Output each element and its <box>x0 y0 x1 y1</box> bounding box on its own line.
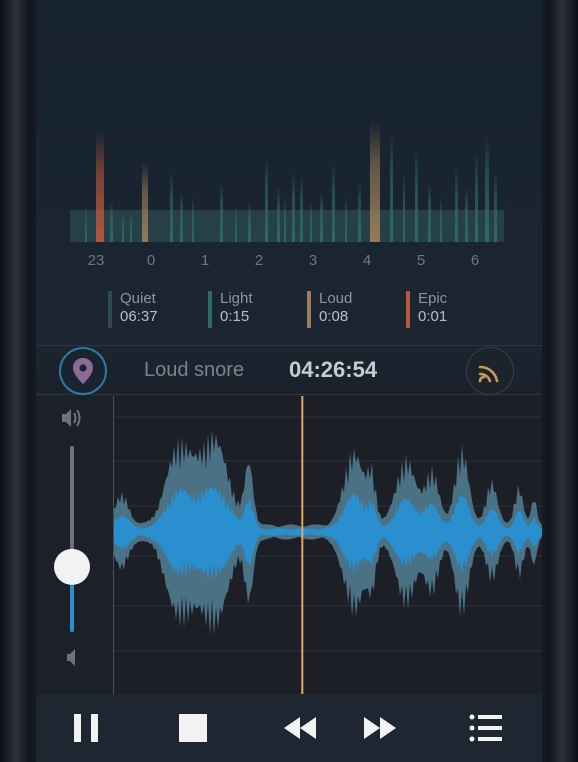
sleep-overview-chart[interactable] <box>70 60 504 245</box>
overview-svg <box>70 122 504 242</box>
overview-bar <box>310 202 312 242</box>
waveform-signal <box>114 486 542 581</box>
overview-bar <box>142 162 148 242</box>
rewind-button[interactable] <box>280 712 320 744</box>
pause-icon <box>74 714 98 742</box>
overview-bar <box>300 177 303 242</box>
overview-bar <box>390 132 393 242</box>
hour-tick-label: 0 <box>146 252 156 269</box>
speaker-loud-icon[interactable] <box>62 409 81 427</box>
overview-bar <box>235 207 237 242</box>
legend-label: Loud <box>319 290 353 307</box>
legend-quiet: Quiet 06:37 <box>108 290 158 328</box>
event-name: Loud snore <box>144 359 245 381</box>
event-time: 04:26:54 <box>289 357 378 382</box>
legend-value: 06:37 <box>120 308 158 325</box>
overview-bar <box>248 202 251 242</box>
legend-value: 0:01 <box>418 308 448 325</box>
hour-tick-label: 6 <box>470 252 480 269</box>
overview-bar <box>455 167 458 242</box>
stop-button[interactable] <box>173 712 213 744</box>
overview-bar <box>277 187 280 242</box>
rewind-icon <box>284 717 316 739</box>
overview-bar <box>415 147 418 242</box>
overview-bar <box>292 172 295 242</box>
legend-value: 0:15 <box>220 308 250 325</box>
legend-swatch <box>307 291 311 328</box>
hour-tick-label: 1 <box>200 252 210 269</box>
quiet-baseline <box>70 210 504 242</box>
overview-bar <box>220 182 223 242</box>
broadcast-icon <box>478 365 499 383</box>
speaker-quiet-icon[interactable] <box>67 649 75 666</box>
list-icon <box>469 714 502 742</box>
location-button[interactable] <box>59 347 107 395</box>
pause-button[interactable] <box>66 712 106 744</box>
fast-forward-icon <box>364 717 396 739</box>
overview-bar <box>320 192 323 242</box>
legend-label: Epic <box>418 290 448 307</box>
legend-value: 0:08 <box>319 308 349 325</box>
overview-bar <box>465 187 468 242</box>
legend-epic: Epic 0:01 <box>406 290 447 328</box>
overview-bar <box>358 182 361 242</box>
volume-svg <box>54 409 90 666</box>
legend-swatch <box>208 291 212 328</box>
legend-swatch <box>406 291 410 328</box>
legend-light: Light 0:15 <box>208 290 253 328</box>
playback-toolbar <box>36 694 542 762</box>
hour-tick-label: 5 <box>416 252 426 269</box>
hour-axis: 23 0 1 2 3 4 5 6 <box>70 252 504 272</box>
legend-loud: Loud 0:08 <box>307 290 352 328</box>
event-info-bar: Loud snore 04:26:54 <box>36 345 542 395</box>
legend-label: Light <box>220 290 253 307</box>
overview-bar <box>85 207 87 242</box>
overview-bar <box>345 197 347 242</box>
overview-bar <box>180 192 183 242</box>
list-button[interactable] <box>466 712 506 744</box>
overview-bar <box>265 157 268 242</box>
audio-waveform[interactable] <box>114 396 542 694</box>
volume-panel <box>36 396 113 694</box>
hour-tick-label: 2 <box>254 252 264 269</box>
overview-bar <box>494 172 497 242</box>
legend-swatch <box>108 291 112 328</box>
volume-knob[interactable] <box>54 548 90 585</box>
legend-label: Quiet <box>120 290 156 307</box>
snore-legend: Quiet 06:37 Light 0:15 Loud 0:08 Epic 0:… <box>108 290 468 330</box>
overview-bar <box>475 152 478 242</box>
overview-bar <box>485 137 489 242</box>
map-pin-icon <box>73 358 93 384</box>
overview-bar <box>192 197 194 242</box>
hour-tick-label: 3 <box>308 252 318 269</box>
hour-tick-label: 4 <box>362 252 372 269</box>
overview-bar <box>110 202 113 242</box>
overview-bar <box>440 197 442 242</box>
volume-slider[interactable] <box>54 446 90 632</box>
hour-tick-label: 23 <box>87 252 105 269</box>
device-frame-left <box>0 0 36 762</box>
overview-bar <box>332 162 335 242</box>
overview-bar <box>130 212 132 242</box>
device-frame-right <box>542 0 578 762</box>
overview-bar <box>370 122 380 242</box>
fast-forward-button[interactable] <box>360 712 400 744</box>
signal-button[interactable] <box>466 347 514 395</box>
overview-bar <box>170 172 173 242</box>
overview-bar <box>122 212 124 242</box>
overview-bar <box>403 172 405 242</box>
overview-bar <box>284 197 286 242</box>
stop-icon <box>179 714 207 742</box>
waveform-svg <box>114 396 542 694</box>
overview-bar <box>428 182 431 242</box>
overview-bar <box>96 132 104 242</box>
